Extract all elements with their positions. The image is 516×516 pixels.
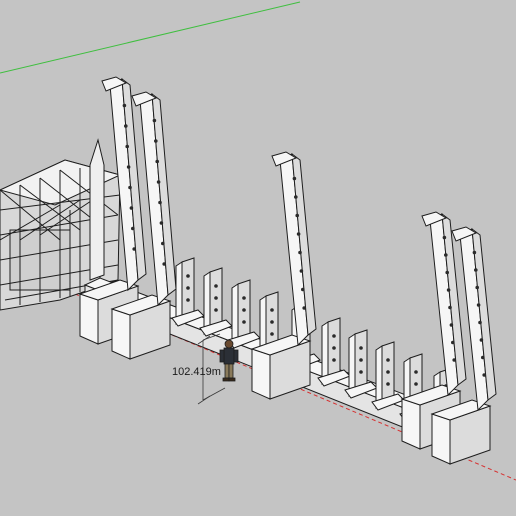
bolt-hole	[242, 308, 246, 312]
bolt-hole	[154, 139, 158, 143]
bolt-hole	[126, 165, 131, 169]
bolt-hole	[332, 358, 336, 362]
bolt-hole	[299, 269, 304, 273]
bolt-hole	[214, 308, 218, 312]
bolt-hole	[214, 284, 218, 288]
bolt-hole	[292, 176, 297, 181]
bolt-hole	[386, 370, 390, 374]
bolt-hole	[214, 296, 218, 300]
bolt-hole	[474, 268, 478, 272]
bolt-hole	[445, 270, 450, 275]
bolt-hole	[359, 370, 363, 374]
bolt-hole	[482, 373, 487, 377]
bolt-hole	[359, 346, 363, 350]
bolt-hole	[444, 253, 448, 257]
bolt-hole	[158, 200, 162, 205]
bolt-hole	[270, 320, 274, 324]
bolt-hole	[296, 232, 301, 236]
bolt-hole	[159, 221, 164, 225]
bolt-hole	[301, 287, 305, 292]
bolt-hole	[449, 323, 454, 327]
model-scene[interactable]	[0, 0, 516, 516]
bolt-hole	[162, 262, 166, 266]
sketchup-viewport[interactable]: 102.419m	[0, 0, 516, 516]
bolt-hole	[478, 320, 482, 325]
bolt-hole	[332, 334, 336, 338]
bolt-hole	[448, 305, 452, 310]
bolt-hole	[481, 355, 485, 360]
bolt-hole	[359, 358, 363, 362]
bolt-hole	[186, 298, 190, 302]
bolt-hole	[270, 308, 274, 312]
bolt-hole	[128, 185, 132, 190]
bolt-hole	[472, 250, 477, 255]
bolt-hole	[298, 250, 302, 255]
bolt-hole	[386, 358, 390, 362]
bolt-hole	[129, 206, 134, 210]
bolt-hole	[132, 247, 136, 251]
bolt-hole	[161, 241, 165, 246]
bolt-hole	[124, 124, 128, 128]
bolt-hole	[186, 286, 190, 290]
bolt-hole	[295, 213, 300, 218]
bolt-hole	[451, 340, 455, 345]
dimension-label[interactable]: 102.419m	[172, 366, 222, 378]
bolt-hole	[414, 370, 418, 374]
bolt-hole	[156, 180, 161, 184]
bolt-hole	[131, 226, 135, 231]
bolt-hole	[152, 118, 157, 123]
bolt-hole	[332, 346, 336, 350]
bolt-hole	[155, 159, 159, 164]
bolt-hole	[386, 382, 390, 386]
bolt-hole	[242, 320, 246, 324]
bolt-hole	[475, 285, 480, 290]
bolt-hole	[125, 144, 129, 149]
bolt-hole	[270, 332, 274, 336]
bolt-hole	[476, 303, 481, 307]
bolt-hole	[446, 288, 451, 292]
bolt-hole	[442, 235, 447, 240]
bolt-hole	[452, 358, 457, 362]
bolt-hole	[122, 103, 127, 108]
bolt-hole	[302, 306, 307, 310]
bolt-hole	[414, 382, 418, 386]
bolt-hole	[242, 296, 246, 300]
bolt-hole	[294, 195, 298, 199]
bolt-hole	[479, 338, 484, 342]
bolt-hole	[186, 274, 190, 278]
